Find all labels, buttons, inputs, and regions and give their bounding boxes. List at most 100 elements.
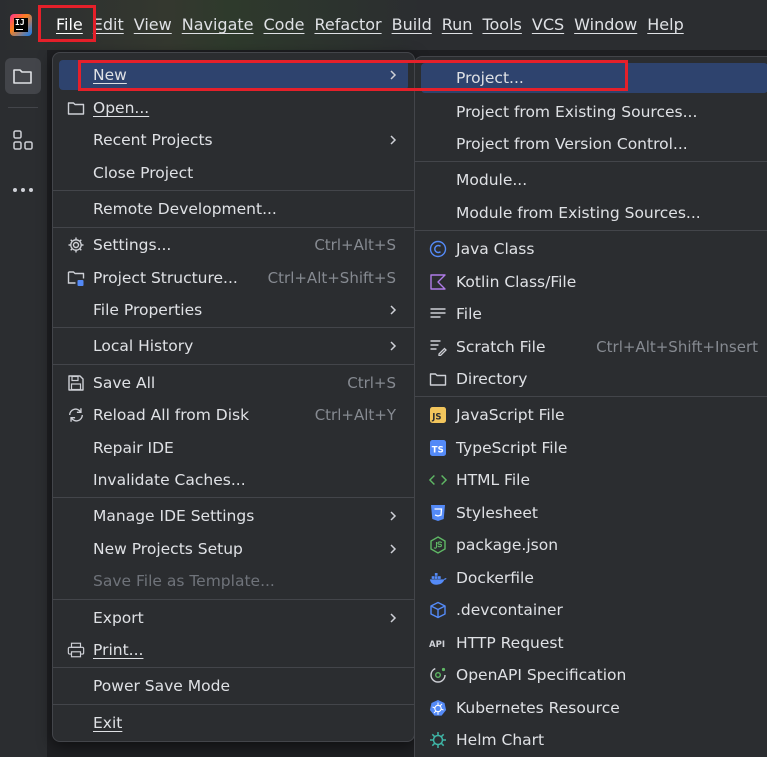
submenu-item-package-json[interactable]: package.json [421, 530, 767, 560]
submenu-item-label: Scratch File [456, 338, 546, 356]
menu-item-shortcut: Ctrl+Alt+S [314, 236, 396, 254]
project-structure-icon [67, 269, 85, 287]
menu-item-project-structure[interactable]: Project Structure... Ctrl+Alt+Shift+S [59, 263, 408, 293]
submenu-item-devcontainer[interactable]: .devcontainer [421, 595, 767, 625]
submenu-item-scratch-file[interactable]: Scratch File Ctrl+Alt+Shift+Insert [421, 332, 767, 362]
submenu-item-file[interactable]: File [421, 299, 767, 329]
menu-tools[interactable]: Tools [477, 0, 526, 50]
submenu-item-kubernetes-resource[interactable]: Kubernetes Resource [421, 693, 767, 723]
print-icon [67, 641, 85, 659]
menu-items: File Edit View Navigate Code Refactor Bu… [51, 0, 689, 50]
tool-separator [8, 107, 38, 108]
submenu-item-openapi-specification[interactable]: OpenAPI Specification [421, 660, 767, 690]
menu-item-print[interactable]: Print... [59, 635, 408, 665]
menu-item-recent-projects[interactable]: Recent Projects [59, 125, 408, 155]
menu-separator [53, 190, 414, 191]
menu-file[interactable]: File [51, 0, 88, 50]
submenu-item-label: Kotlin Class/File [456, 273, 577, 291]
menu-item-new[interactable]: New [59, 60, 408, 90]
menu-item-remote-development[interactable]: Remote Development... [59, 194, 408, 224]
submenu-item-module-from-existing-sources[interactable]: Module from Existing Sources... [421, 198, 767, 228]
folder-icon [429, 370, 447, 388]
submenu-item-java-class[interactable]: Java Class [421, 234, 767, 264]
menu-separator [53, 327, 414, 328]
submenu-item-project-from-vcs[interactable]: Project from Version Control... [421, 129, 767, 159]
menu-item-label: Project Structure... [93, 269, 238, 287]
menu-item-shortcut: Ctrl+S [347, 374, 396, 392]
menu-refactor[interactable]: Refactor [309, 0, 386, 50]
menu-item-invalidate-caches[interactable]: Invalidate Caches... [59, 465, 408, 495]
js-icon-text: JS [431, 413, 441, 423]
submenu-item-helm-chart[interactable]: Helm Chart [421, 725, 767, 755]
submenu-item-html-file[interactable]: HTML File [421, 465, 767, 495]
menu-item-file-properties[interactable]: File Properties [59, 295, 408, 325]
menu-separator [415, 161, 767, 162]
text-file-icon [429, 305, 447, 323]
submenu-item-label: .devcontainer [456, 601, 563, 619]
menu-run[interactable]: Run [437, 0, 478, 50]
menu-item-label: Recent Projects [93, 131, 213, 149]
menu-item-reload-all[interactable]: Reload All from Disk Ctrl+Alt+Y [59, 400, 408, 430]
chevron-right-icon [390, 305, 397, 315]
menu-navigate[interactable]: Navigate [177, 0, 259, 50]
submenu-item-module[interactable]: Module... [421, 165, 767, 195]
submenu-item-stylesheet[interactable]: Stylesheet [421, 498, 767, 528]
menu-item-save-all[interactable]: Save All Ctrl+S [59, 368, 408, 398]
menu-item-label: Close Project [93, 164, 194, 182]
menu-item-label: Local History [93, 337, 194, 355]
submenu-item-directory[interactable]: Directory [421, 364, 767, 394]
submenu-item-label: File [456, 305, 482, 323]
menu-separator [53, 704, 414, 705]
structure-tool-button[interactable] [5, 122, 41, 158]
menu-window[interactable]: Window [569, 0, 642, 50]
menu-item-settings[interactable]: Settings... Ctrl+Alt+S [59, 230, 408, 260]
menu-item-label: Save File as Template... [93, 572, 275, 590]
menu-item-export[interactable]: Export [59, 603, 408, 633]
menu-item-manage-ide-settings[interactable]: Manage IDE Settings [59, 501, 408, 531]
submenu-item-project[interactable]: Project... [421, 63, 767, 93]
menu-item-power-save-mode[interactable]: Power Save Mode [59, 671, 408, 701]
menu-item-label: Manage IDE Settings [93, 507, 255, 525]
menu-item-exit[interactable]: Exit [59, 708, 408, 738]
kubernetes-icon [429, 699, 447, 717]
menu-view[interactable]: View [129, 0, 177, 50]
menu-separator [53, 227, 414, 228]
menu-item-repair-ide[interactable]: Repair IDE [59, 433, 408, 463]
devcontainer-icon [429, 601, 447, 619]
menu-item-local-history[interactable]: Local History [59, 331, 408, 361]
menu-item-label: Settings... [93, 236, 172, 254]
menu-edit[interactable]: Edit [88, 0, 129, 50]
menu-separator [53, 667, 414, 668]
menu-item-label: Remote Development... [93, 200, 277, 218]
menu-item-close-project[interactable]: Close Project [59, 158, 408, 188]
menu-item-label: Print... [93, 641, 144, 659]
submenu-item-label: Kubernetes Resource [456, 699, 620, 717]
submenu-item-label: Project... [456, 69, 524, 87]
menu-separator [415, 396, 767, 397]
submenu-item-label: OpenAPI Specification [456, 666, 627, 684]
scratch-file-icon [429, 338, 447, 356]
project-tool-button[interactable] [5, 58, 41, 94]
submenu-item-javascript-file[interactable]: JS JavaScript File [421, 400, 767, 430]
submenu-item-kotlin-class[interactable]: Kotlin Class/File [421, 267, 767, 297]
more-tools-button[interactable] [5, 172, 41, 208]
menu-build[interactable]: Build [387, 0, 437, 50]
menu-code[interactable]: Code [259, 0, 310, 50]
submenu-item-project-from-existing-sources[interactable]: Project from Existing Sources... [421, 97, 767, 127]
typescript-icon: TS [429, 439, 447, 457]
submenu-item-label: Module from Existing Sources... [456, 204, 701, 222]
submenu-item-label: Module... [456, 171, 528, 189]
menu-item-open[interactable]: Open... [59, 93, 408, 123]
chevron-right-icon [390, 135, 397, 145]
submenu-item-label: Project from Version Control... [456, 135, 688, 153]
chevron-right-icon [390, 544, 397, 554]
menu-item-new-projects-setup[interactable]: New Projects Setup [59, 534, 408, 564]
menu-vcs[interactable]: VCS [527, 0, 569, 50]
menu-item-save-file-as-template: Save File as Template... [59, 566, 408, 596]
submenu-item-label: Java Class [456, 240, 535, 258]
menu-help[interactable]: Help [642, 0, 688, 50]
submenu-item-dockerfile[interactable]: Dockerfile [421, 563, 767, 593]
submenu-item-typescript-file[interactable]: TS TypeScript File [421, 433, 767, 463]
submenu-item-http-request[interactable]: API HTTP Request [421, 628, 767, 658]
file-menu-dropdown: New Open... Recent Projects Close Projec… [52, 52, 415, 742]
